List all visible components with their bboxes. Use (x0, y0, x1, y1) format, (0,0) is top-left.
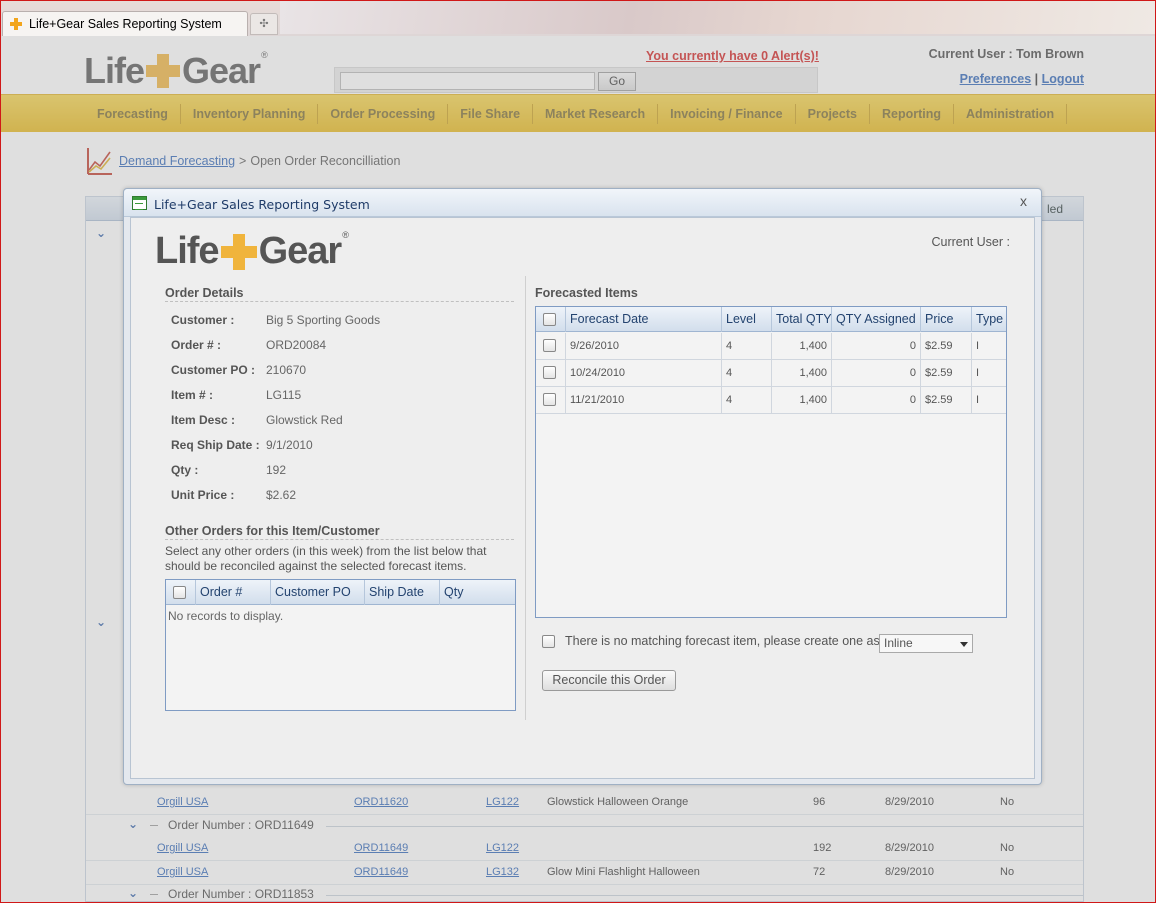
no-records-message: No records to display. (168, 609, 284, 623)
type-cell: I (976, 340, 980, 352)
column-divider (525, 276, 526, 720)
no-match-checkbox[interactable] (542, 634, 555, 648)
forecast-row[interactable]: 10/24/2010 4 1,400 0 $2.59 I (536, 360, 1006, 387)
col-ship-date[interactable]: Ship Date (365, 580, 440, 605)
detail-value: $2.62 (266, 488, 297, 502)
browser-tab-title: Life+Gear Sales Reporting System (29, 17, 222, 31)
row-checkbox[interactable] (543, 366, 556, 379)
modal-title: Life+Gear Sales Reporting System (154, 197, 370, 212)
forecast-row[interactable]: 9/26/2010 4 1,400 0 $2.59 I (536, 333, 1006, 360)
forecast-date-cell: 11/21/2010 (566, 387, 722, 413)
col-price[interactable]: Price (921, 307, 972, 332)
other-orders-grid-header: Order # Customer PO Ship Date Qty (166, 580, 515, 605)
browser-theme-background (280, 0, 1156, 34)
select-all-checkbox[interactable] (543, 313, 556, 326)
modal-lifegear-logo: Life Gear ® (155, 230, 349, 273)
select-all-checkbox[interactable] (173, 586, 186, 599)
col-type[interactable]: Type (972, 307, 1006, 332)
col-qty-assigned[interactable]: QTY Assigned (832, 307, 921, 332)
row-checkbox[interactable] (543, 339, 556, 352)
type-cell: I (976, 367, 980, 379)
dropdown-arrow-icon (960, 642, 968, 647)
detail-value: ORD20084 (266, 338, 327, 352)
col-order-number[interactable]: Order # (196, 580, 271, 605)
row-select-cell (536, 333, 566, 359)
total-qty-cell: 1,400 (772, 333, 832, 359)
logo-plus-icon (220, 233, 257, 270)
new-tab-button[interactable]: ✣ (250, 13, 278, 35)
col-total-qty[interactable]: Total QTY (772, 307, 832, 332)
detail-value: Big 5 Sporting Goods (266, 313, 381, 327)
qty-assigned-cell: 0 (832, 333, 921, 359)
detail-label: Item # : (171, 388, 214, 402)
qty-assigned-cell: 0 (832, 387, 921, 413)
total-qty-cell: 1,400 (772, 387, 832, 413)
col-qty[interactable]: Qty (440, 580, 515, 605)
detail-value: LG115 (266, 388, 302, 402)
browser-tab[interactable]: Life+Gear Sales Reporting System (2, 11, 248, 36)
forecast-date-cell: 9/26/2010 (566, 333, 722, 359)
level-cell: 4 (722, 333, 772, 359)
reconcile-order-button[interactable]: Reconcile this Order (542, 670, 676, 691)
detail-label: Customer PO : (171, 363, 256, 377)
other-orders-grid: Order # Customer PO Ship Date Qty No rec… (165, 579, 516, 711)
select-all-cell (536, 307, 566, 332)
total-qty-cell: 1,400 (772, 360, 832, 386)
logo-registered-mark: ® (342, 230, 349, 240)
row-select-cell (536, 360, 566, 386)
row-select-cell (536, 387, 566, 413)
detail-label: Unit Price : (171, 488, 235, 502)
forecast-date-cell: 10/24/2010 (566, 360, 722, 386)
logo-word-life: Life (155, 230, 220, 272)
modal-titlebar[interactable]: Life+Gear Sales Reporting System x (124, 189, 1041, 217)
create-as-selected-value: Inline (884, 636, 913, 650)
qty-assigned-cell: 0 (832, 360, 921, 386)
forecast-grid-header: Forecast Date Level Total QTY QTY Assign… (536, 307, 1006, 332)
price-cell: $2.59 (921, 387, 972, 413)
reconcile-modal: Life+Gear Sales Reporting System x Life … (123, 188, 1042, 785)
other-orders-help: Select any other orders (in this week) f… (165, 544, 487, 573)
row-checkbox[interactable] (543, 393, 556, 406)
col-customer-po[interactable]: Customer PO (271, 580, 365, 605)
col-forecast-date[interactable]: Forecast Date (566, 307, 722, 332)
detail-label: Qty : (171, 463, 199, 477)
detail-label: Req Ship Date : (171, 438, 260, 452)
detail-value: 192 (266, 463, 287, 477)
no-match-label: There is no matching forecast item, plea… (565, 634, 880, 648)
forecasted-items-title: Forecasted Items (535, 286, 638, 300)
modal-current-user: Current User : (931, 235, 1011, 249)
detail-value: 210670 (266, 363, 307, 377)
favicon-plus-icon (9, 17, 23, 31)
col-level[interactable]: Level (722, 307, 772, 332)
price-cell: $2.59 (921, 333, 972, 359)
window-icon (132, 196, 147, 210)
close-icon[interactable]: x (1020, 193, 1027, 209)
level-cell: 4 (722, 387, 772, 413)
detail-label: Customer : (171, 313, 235, 327)
other-orders-title: Other Orders for this Item/Customer (165, 524, 514, 540)
price-cell: $2.59 (921, 360, 972, 386)
order-details-title: Order Details (165, 286, 514, 302)
detail-value: 9/1/2010 (266, 438, 313, 452)
detail-value: Glowstick Red (266, 413, 343, 427)
no-match-option: There is no matching forecast item, plea… (542, 634, 880, 648)
detail-label: Item Desc : (171, 413, 236, 427)
level-cell: 4 (722, 360, 772, 386)
forecast-grid: Forecast Date Level Total QTY QTY Assign… (535, 306, 1007, 618)
browser-tab-strip: Life+Gear Sales Reporting System ✣ (0, 0, 1156, 36)
detail-label: Order # : (171, 338, 222, 352)
logo-word-gear: Gear (258, 230, 343, 272)
forecast-row[interactable]: 11/21/2010 4 1,400 0 $2.59 I (536, 387, 1006, 414)
select-all-cell (166, 580, 196, 605)
create-as-select[interactable]: Inline (879, 634, 973, 653)
modal-body: Life Gear ® Current User : Order Details… (130, 217, 1035, 779)
type-cell: I (976, 394, 980, 406)
